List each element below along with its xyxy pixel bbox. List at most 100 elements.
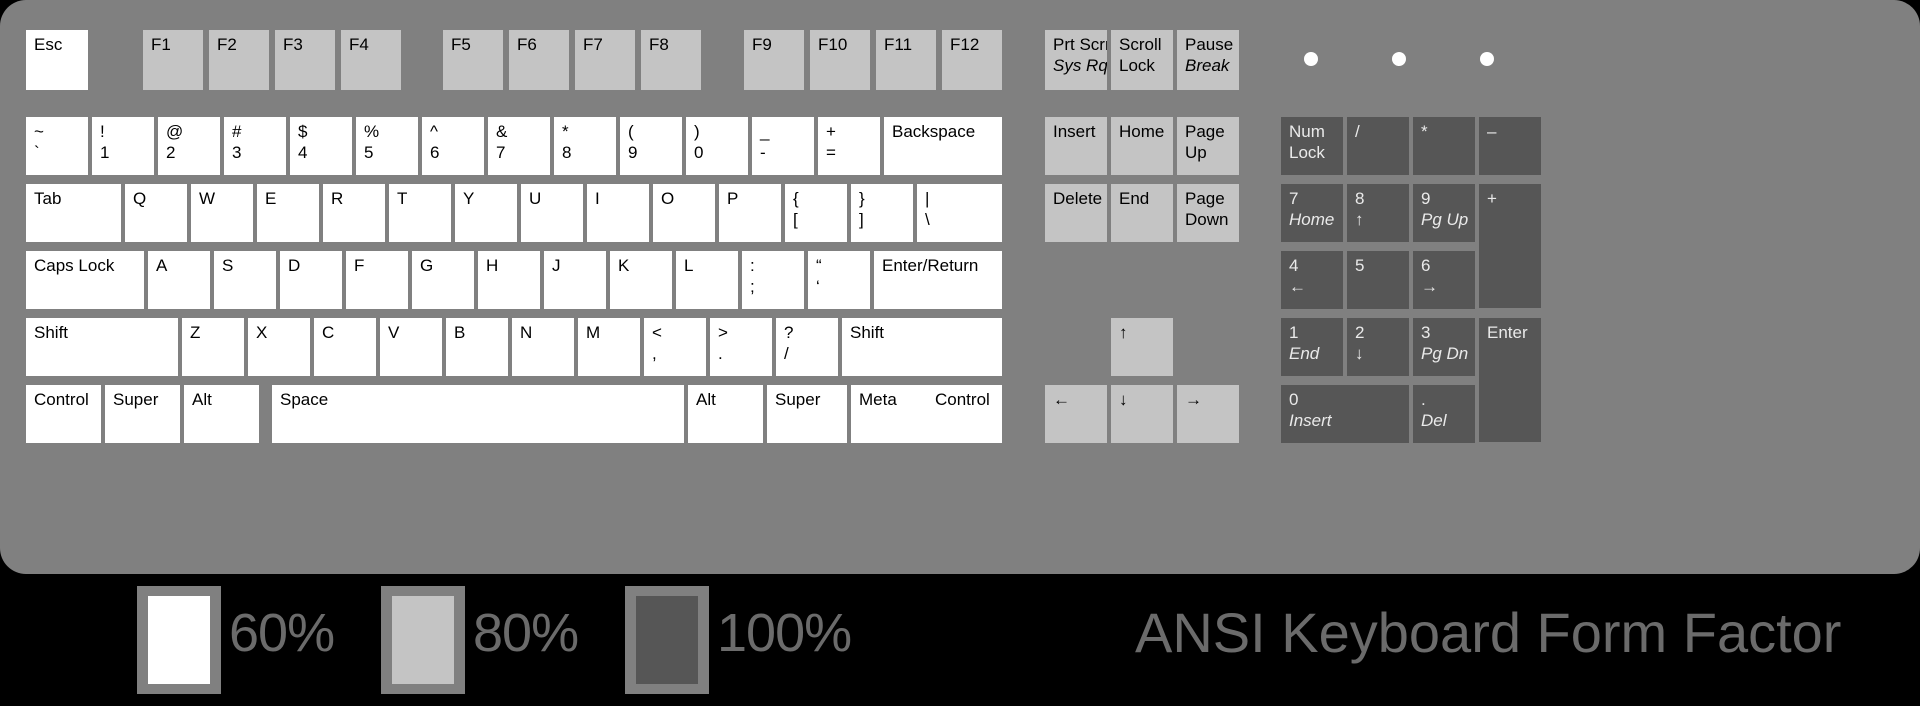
key-f9[interactable]: F9 xyxy=(744,30,804,90)
key-semicolon[interactable]: :; xyxy=(742,251,804,309)
key-k[interactable]: K xyxy=(610,251,672,309)
key-2[interactable]: @2 xyxy=(158,117,220,175)
key-shift-right[interactable]: Shift xyxy=(842,318,1002,376)
key-1[interactable]: ! 1 xyxy=(92,117,154,175)
key-super-left[interactable]: Super xyxy=(105,385,180,443)
key-y[interactable]: Y xyxy=(455,184,517,242)
key-control-left[interactable]: Control xyxy=(26,385,101,443)
key-pause[interactable]: Pause Break xyxy=(1177,30,1239,90)
key-p[interactable]: P xyxy=(719,184,781,242)
key-alt-left[interactable]: Alt xyxy=(184,385,259,443)
key-delete[interactable]: Delete xyxy=(1045,184,1107,242)
key-numpad-8[interactable]: 8 ↑ xyxy=(1347,184,1409,242)
key-alt-right[interactable]: Alt xyxy=(688,385,763,443)
key-caps-lock[interactable]: Caps Lock xyxy=(26,251,144,309)
key-minus[interactable]: _ - xyxy=(752,117,814,175)
key-numpad-enter[interactable]: Enter xyxy=(1479,318,1541,442)
key-quote[interactable]: “‘ xyxy=(808,251,870,309)
key-numpad-minus[interactable]: – xyxy=(1479,117,1541,175)
key-6[interactable]: ^ 6 xyxy=(422,117,484,175)
key-e[interactable]: E xyxy=(257,184,319,242)
key-x[interactable]: X xyxy=(248,318,310,376)
key-f[interactable]: F xyxy=(346,251,408,309)
key-numpad-7[interactable]: 7 Home xyxy=(1281,184,1343,242)
key-n[interactable]: N xyxy=(512,318,574,376)
key-backslash[interactable]: | \ xyxy=(917,184,1002,242)
key-numpad-multiply[interactable]: * xyxy=(1413,117,1475,175)
key-arrow-right[interactable]: → xyxy=(1177,385,1239,443)
key-page-down[interactable]: Page Down xyxy=(1177,184,1239,242)
key-f5[interactable]: F5 xyxy=(443,30,503,90)
key-8[interactable]: * 8 xyxy=(554,117,616,175)
key-f4[interactable]: F4 xyxy=(341,30,401,90)
key-bracket-right[interactable]: }] xyxy=(851,184,913,242)
key-i[interactable]: I xyxy=(587,184,649,242)
key-7[interactable]: & 7 xyxy=(488,117,550,175)
key-arrow-down[interactable]: ↓ xyxy=(1111,385,1173,443)
key-s[interactable]: S xyxy=(214,251,276,309)
key-numpad-1[interactable]: 1 End xyxy=(1281,318,1343,376)
key-control-right[interactable]: Control xyxy=(927,385,1002,443)
key-esc[interactable]: Esc xyxy=(26,30,88,90)
key-r[interactable]: R xyxy=(323,184,385,242)
key-z[interactable]: Z xyxy=(182,318,244,376)
key-w[interactable]: W xyxy=(191,184,253,242)
key-h[interactable]: H xyxy=(478,251,540,309)
key-f6[interactable]: F6 xyxy=(509,30,569,90)
key-numpad-2[interactable]: 2 ↓ xyxy=(1347,318,1409,376)
key-slash[interactable]: ? / xyxy=(776,318,838,376)
key-numpad-0[interactable]: 0 Insert xyxy=(1281,385,1409,443)
key-insert[interactable]: Insert xyxy=(1045,117,1107,175)
key-9[interactable]: (9 xyxy=(620,117,682,175)
key-arrow-left[interactable]: ← xyxy=(1045,385,1107,443)
key-o[interactable]: O xyxy=(653,184,715,242)
key-period[interactable]: >. xyxy=(710,318,772,376)
key-f8[interactable]: F8 xyxy=(641,30,701,90)
key-super-right[interactable]: Super xyxy=(767,385,847,443)
key-f12[interactable]: F12 xyxy=(942,30,1002,90)
key-shift-left[interactable]: Shift xyxy=(26,318,178,376)
key-f10[interactable]: F10 xyxy=(810,30,870,90)
key-t[interactable]: T xyxy=(389,184,451,242)
key-f3[interactable]: F3 xyxy=(275,30,335,90)
key-numpad-plus[interactable]: + xyxy=(1479,184,1541,308)
key-tab[interactable]: Tab xyxy=(26,184,121,242)
key-numpad-divide[interactable]: / xyxy=(1347,117,1409,175)
key-f11[interactable]: F11 xyxy=(876,30,936,90)
key-0[interactable]: ) 0 xyxy=(686,117,748,175)
key-a[interactable]: A xyxy=(148,251,210,309)
key-numpad-5[interactable]: 5 xyxy=(1347,251,1409,309)
key-num-lock[interactable]: Num Lock xyxy=(1281,117,1343,175)
key-page-up[interactable]: Page Up xyxy=(1177,117,1239,175)
key-l[interactable]: L xyxy=(676,251,738,309)
key-g[interactable]: G xyxy=(412,251,474,309)
key-backspace[interactable]: Backspace xyxy=(884,117,1002,175)
key-f2[interactable]: F2 xyxy=(209,30,269,90)
key-enter[interactable]: Enter/Return xyxy=(874,251,1002,309)
key-d[interactable]: D xyxy=(280,251,342,309)
key-5[interactable]: % 5 xyxy=(356,117,418,175)
key-m[interactable]: M xyxy=(578,318,640,376)
key-print-screen[interactable]: Prt Scrn Sys Rq xyxy=(1045,30,1107,90)
key-numpad-9[interactable]: 9 Pg Up xyxy=(1413,184,1475,242)
key-u[interactable]: U xyxy=(521,184,583,242)
key-space[interactable]: Space xyxy=(272,385,684,443)
key-numpad-decimal[interactable]: . Del xyxy=(1413,385,1475,443)
key-meta[interactable]: Meta xyxy=(851,385,931,443)
key-c[interactable]: C xyxy=(314,318,376,376)
key-f1[interactable]: F1 xyxy=(143,30,203,90)
key-end[interactable]: End xyxy=(1111,184,1173,242)
key-f7[interactable]: F7 xyxy=(575,30,635,90)
key-v[interactable]: V xyxy=(380,318,442,376)
key-q[interactable]: Q xyxy=(125,184,187,242)
key-j[interactable]: J xyxy=(544,251,606,309)
key-scroll-lock[interactable]: Scroll Lock xyxy=(1111,30,1173,90)
key-numpad-3[interactable]: 3 Pg Dn xyxy=(1413,318,1475,376)
key-home[interactable]: Home xyxy=(1111,117,1173,175)
key-b[interactable]: B xyxy=(446,318,508,376)
key-arrow-up[interactable]: ↑ xyxy=(1111,318,1173,376)
key-numpad-6[interactable]: 6 → xyxy=(1413,251,1475,309)
key-3[interactable]: #3 xyxy=(224,117,286,175)
key-backtick[interactable]: ~ ` xyxy=(26,117,88,175)
key-comma[interactable]: <, xyxy=(644,318,706,376)
